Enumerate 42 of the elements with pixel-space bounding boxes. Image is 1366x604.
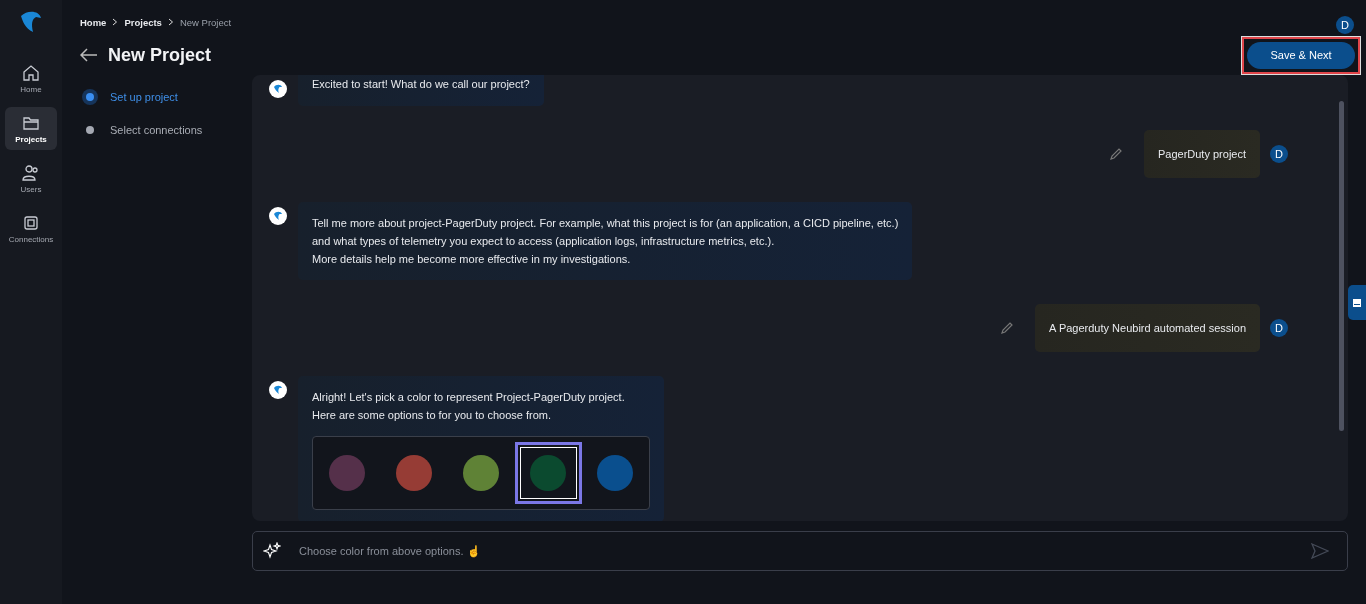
chat-input-box[interactable]: Choose color from above options. ☝	[252, 531, 1348, 571]
message-text: More details help me become more effective in my investigations.	[312, 252, 632, 267]
chat-input[interactable]: Choose color from above options. ☝	[297, 544, 1295, 558]
bot-avatar-icon	[268, 79, 288, 99]
nav-item[interactable]: Home	[5, 57, 57, 100]
chevron-icon	[112, 18, 119, 26]
breadcrumb-link[interactable]: Projects	[124, 16, 162, 28]
bird-logo-icon	[19, 10, 43, 34]
message-text: Excited to start! What do we call our project?	[312, 77, 530, 92]
sparkle-icon	[263, 542, 281, 560]
scrollbar[interactable]	[1339, 101, 1344, 431]
back-arrow-icon[interactable]	[80, 48, 98, 62]
message-text: and what types of telemetry you expect to access (application logs, infrastructure metrics, etc.).	[312, 234, 776, 249]
home-icon	[22, 63, 40, 82]
breadcrumb-link[interactable]: Home	[80, 16, 107, 28]
breadcrumb-link[interactable]: New Project	[179, 16, 232, 28]
color-option[interactable]	[514, 442, 582, 504]
message-text: Tell me more about project-PagerDuty project. For example, what this project is for (an application, a CICD pipeline, etc.)	[312, 216, 899, 231]
user-avatar: D	[1270, 319, 1288, 337]
user-avatar[interactable]: D	[1336, 16, 1354, 34]
page-title: New Project	[108, 44, 212, 66]
nav-item[interactable]: Projects	[5, 107, 57, 150]
chip-icon	[22, 213, 40, 232]
step-link[interactable]: Select connections	[110, 124, 203, 136]
pencil-icon[interactable]	[1109, 148, 1122, 160]
side-panel-tab[interactable]	[1348, 285, 1366, 320]
bot-avatar-icon	[268, 206, 288, 226]
step-link[interactable]: Set up project	[110, 91, 178, 103]
message-text: Here are some options to for you to choose from.	[312, 408, 553, 423]
nav-item[interactable]: Connections	[5, 207, 57, 250]
message-text: A Pagerduty Neubird automated session	[1049, 321, 1246, 336]
users-icon	[22, 163, 40, 182]
chevron-icon	[167, 18, 174, 26]
save-next-button[interactable]: Save & Next	[1247, 41, 1355, 69]
document-icon	[1352, 297, 1362, 308]
pencil-icon[interactable]	[1001, 322, 1014, 334]
send-icon[interactable]	[1311, 543, 1329, 559]
nav-item[interactable]: Users	[5, 157, 57, 200]
bot-avatar-icon	[268, 380, 288, 400]
message-text: PagerDuty project	[1157, 147, 1246, 162]
message-text: Alright! Let's pick a color to represent Project-PagerDuty project.	[312, 390, 626, 405]
user-avatar: D	[1270, 145, 1288, 163]
